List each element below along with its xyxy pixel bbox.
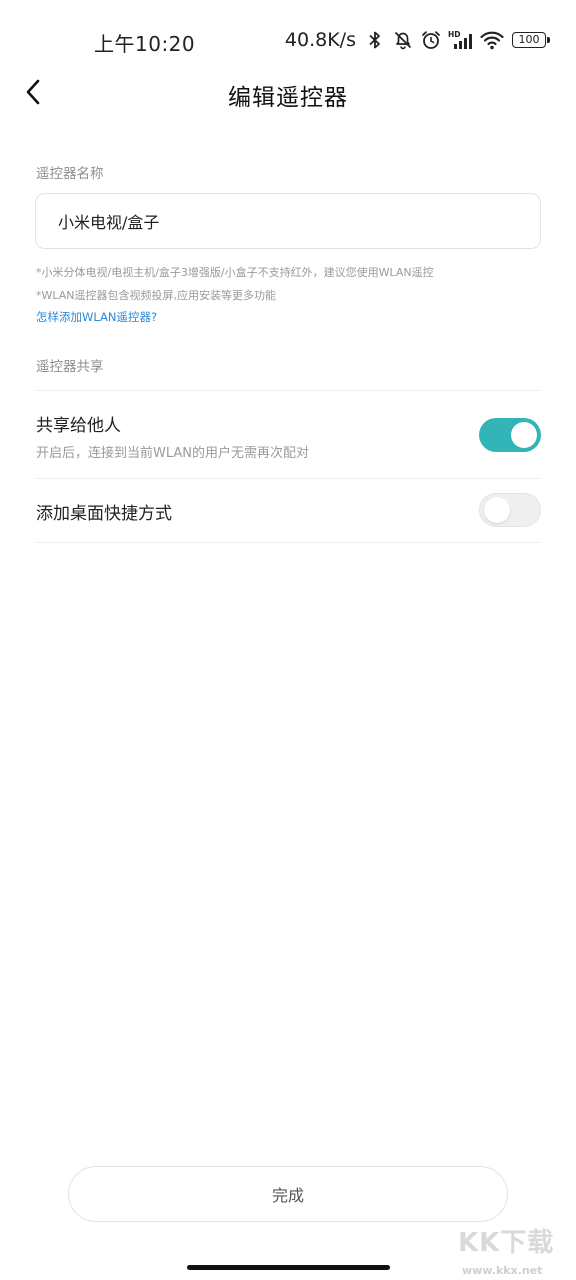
alarm-icon	[422, 31, 440, 49]
bell-muted-icon	[394, 31, 412, 50]
remote-name-label: 遥控器名称	[36, 166, 104, 182]
share-with-others-subtitle: 开启后，连接到当前WLAN的用户无需再次配对	[36, 446, 310, 461]
hd-signal-icon: HD	[448, 30, 472, 49]
divider	[35, 542, 541, 543]
share-toggle[interactable]	[479, 418, 541, 452]
add-wlan-remote-help-link[interactable]: 怎样添加WLAN遥控器?	[36, 309, 157, 325]
status-time: 上午10:20	[94, 32, 196, 56]
divider	[35, 390, 541, 391]
shortcut-toggle[interactable]	[479, 493, 541, 527]
toggle-knob	[484, 497, 510, 523]
watermark-url: www.kkx.net	[462, 1264, 543, 1277]
toggle-knob	[511, 422, 537, 448]
share-with-others-title: 共享给他人	[36, 416, 121, 436]
status-icons: 40.8K/s HD 100	[284, 26, 550, 54]
hint-infrared: *小米分体电视/电视主机/盒子3增强版/小盒子不支持红外，建议您使用WLAN遥控	[36, 266, 434, 279]
battery-indicator: 100	[512, 32, 550, 48]
page-title: 编辑遥控器	[228, 85, 348, 111]
bluetooth-icon	[369, 31, 380, 49]
desktop-shortcut-title: 添加桌面快捷方式	[36, 504, 172, 524]
remote-share-label: 遥控器共享	[36, 359, 104, 375]
header: 编辑遥控器	[0, 60, 576, 126]
svg-text:HD: HD	[448, 30, 461, 39]
home-indicator[interactable]	[187, 1265, 390, 1270]
watermark-logo: KK下载	[458, 1228, 555, 1258]
done-button[interactable]: 完成	[68, 1166, 508, 1222]
wifi-icon	[480, 31, 504, 50]
watermark: KK下载 www.kkx.net	[458, 1222, 574, 1280]
hint-wlan-features: *WLAN遥控器包含视频投屏,应用安装等更多功能	[36, 289, 277, 302]
divider	[35, 478, 541, 479]
remote-name-input[interactable]	[35, 193, 541, 249]
net-speed: 40.8K/s	[284, 29, 356, 51]
